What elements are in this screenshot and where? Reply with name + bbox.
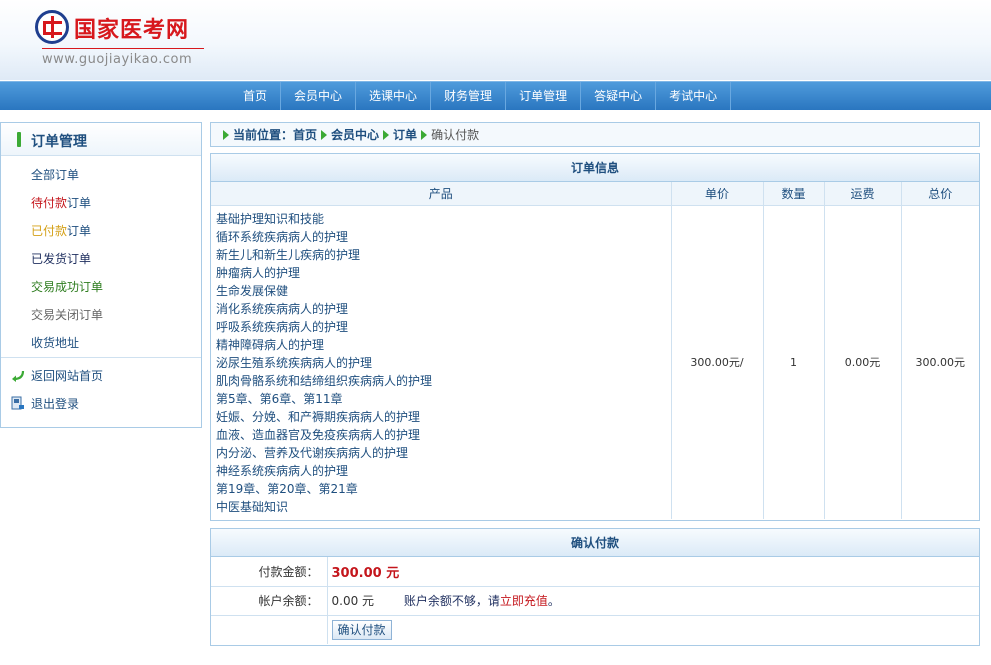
logout-label: 退出登录 [31,396,80,411]
breadcrumb: 当前位置： 首页 会员中心 订单 确认付款 [210,122,980,147]
logo-url: www.guojiayikao.com [42,52,193,67]
logo-title[interactable]: 国家医考网 [74,12,189,44]
site-header: 国家医考网 www.guojiayikao.com [0,0,991,80]
column-header-unit-price: 单价 [671,182,764,206]
breadcrumb-arrow-icon [223,129,229,140]
empty-label-cell [211,615,328,644]
nav-item-exam-center[interactable]: 考试中心 [656,82,732,110]
breadcrumb-arrow-icon [383,129,390,140]
list-item: 肿瘤病人的护理 [216,265,301,280]
total-cell: 300.00元 [915,356,966,370]
breadcrumb-arrow-icon [421,129,428,140]
list-item: 内分泌、营养及代谢疾病病人的护理 [216,445,409,460]
list-item: 肌肉骨骼系统和结缔组织疾病病人的护理 [216,373,433,388]
list-item: 消化系统疾病病人的护理 [216,301,349,316]
list-item: 呼吸系统疾病病人的护理 [216,319,349,334]
insufficient-balance-notice: 账户余额不够，请立即充值。 [404,594,560,608]
column-header-total: 总价 [901,182,979,206]
confirm-payment-button[interactable]: 确认付款 [331,619,392,640]
sidebar-divider [1,357,201,358]
sidebar-header: 订单管理 [1,123,201,156]
list-item: 妊娠、分娩、和产褥期疾病病人的护理 [216,409,421,424]
logo-underline [42,48,204,49]
list-item: 循环系统疾病病人的护理 [216,229,349,244]
list-item: 中医基础知识 [216,499,289,514]
amount-value: 300.00 元 [331,565,400,581]
breadcrumb-member-center[interactable]: 会员中心 [331,126,379,143]
sidebar-title-marker [17,132,21,147]
sidebar-item-closed[interactable]: 交易关闭订单 [31,301,103,329]
table-row: 基础护理知识和技能 循环系统疾病病人的护理 新生儿和新生儿疾病的护理 肿瘤病人的… [211,205,979,519]
back-home-label: 返回网站首页 [31,368,104,383]
list-item: 神经系统疾病病人的护理 [216,463,349,478]
breadcrumb-prefix: 当前位置： [233,128,294,142]
breadcrumb-arrow-icon [321,129,328,140]
breadcrumb-current: 确认付款 [431,128,480,142]
unit-price-cell: 300.00元/ [671,205,764,519]
list-item: 泌尿生殖系统疾病病人的护理 [216,355,373,370]
order-info-panel: 订单信息 产品 单价 数量 运费 总价 基础护理知识和技能 循环系统疾病病人的护… [210,153,980,521]
balance-label: 帐户余额： [211,586,328,616]
notice-prefix: 账户余额不够，请 [403,594,500,608]
sidebar-item-shipping-address[interactable]: 收货地址 [31,329,103,357]
list-item: 第5章、第6章、第11章 [216,391,343,406]
sidebar-item-label: 待付款 [31,196,68,210]
sidebar-item-label: 订单 [67,196,92,210]
main-nav: 首页 会员中心 选课中心 财务管理 订单管理 答疑中心 考试中心 [0,81,991,110]
list-item: 精神障碍病人的护理 [216,337,325,352]
sidebar-title: 订单管理 [31,134,87,150]
back-home-link[interactable]: 返回网站首页 [11,361,103,389]
column-header-shipping: 运费 [824,182,902,206]
return-arrow-icon [12,370,25,382]
nav-item-qa-center[interactable]: 答疑中心 [581,82,657,110]
list-item: 基础护理知识和技能 [216,211,325,226]
product-list-cell: 基础护理知识和技能 循环系统疾病病人的护理 新生儿和新生儿疾病的护理 肿瘤病人的… [211,205,672,519]
table-row: 付款金额： 300.00 元 [211,557,979,587]
nav-item-orders[interactable]: 订单管理 [506,82,582,110]
logout-link[interactable]: 退出登录 [11,389,103,417]
sidebar-item-shipped[interactable]: 已发货订单 [31,245,103,273]
shipping-cell: 0.00元 [824,205,902,519]
column-header-product: 产品 [211,182,672,206]
nav-item-course-center[interactable]: 选课中心 [356,82,432,110]
list-item: 血液、造血器官及免疫疾病病人的护理 [216,427,421,442]
recharge-link[interactable]: 立即充值 [500,594,548,608]
sidebar-item-completed[interactable]: 交易成功订单 [31,273,103,301]
sidebar-item-paid[interactable]: 已付款订单 [31,217,103,245]
quantity-cell: 1 [763,205,825,519]
logo-emblem-icon[interactable] [35,10,69,44]
logout-icon [11,396,24,410]
order-table: 产品 单价 数量 运费 总价 基础护理知识和技能 循环系统疾病病人的护理 新生儿… [211,182,979,519]
nav-item-finance[interactable]: 财务管理 [431,82,507,110]
table-row: 帐户余额： 0.00 元 账户余额不够，请立即充值。 [211,586,979,616]
table-row: 确认付款 [211,615,979,644]
order-info-title: 订单信息 [211,154,979,182]
amount-label: 付款金额： [211,557,328,587]
list-item: 新生儿和新生儿疾病的护理 [216,247,361,262]
list-item: 生命发展保健 [216,283,289,298]
sidebar: 订单管理 全部订单 待付款订单 已付款订单 已发货订单 交易成功订单 交易关闭订… [0,122,202,428]
breadcrumb-orders[interactable]: 订单 [393,126,417,143]
nav-item-member-center[interactable]: 会员中心 [281,82,357,110]
nav-item-home[interactable]: 首页 [230,82,282,110]
sidebar-item-label: 订单 [67,224,92,238]
balance-value: 0.00 元 [331,594,375,608]
payment-panel: 确认付款 付款金额： 300.00 元 帐户余额： 0.00 元 账户余额不够，… [210,528,980,646]
payment-table: 付款金额： 300.00 元 帐户余额： 0.00 元 账户余额不够，请立即充值… [211,557,979,644]
sidebar-item-label: 已付款 [31,224,68,238]
sidebar-item-pending-payment[interactable]: 待付款订单 [31,189,103,217]
column-header-quantity: 数量 [763,182,825,206]
sidebar-item-all-orders[interactable]: 全部订单 [31,161,103,189]
breadcrumb-home[interactable]: 首页 [293,126,317,143]
notice-suffix: 。 [547,594,560,608]
payment-title: 确认付款 [211,529,979,557]
table-header-row: 产品 单价 数量 运费 总价 [211,182,979,206]
list-item: 第19章、第20章、第21章 [216,481,358,496]
